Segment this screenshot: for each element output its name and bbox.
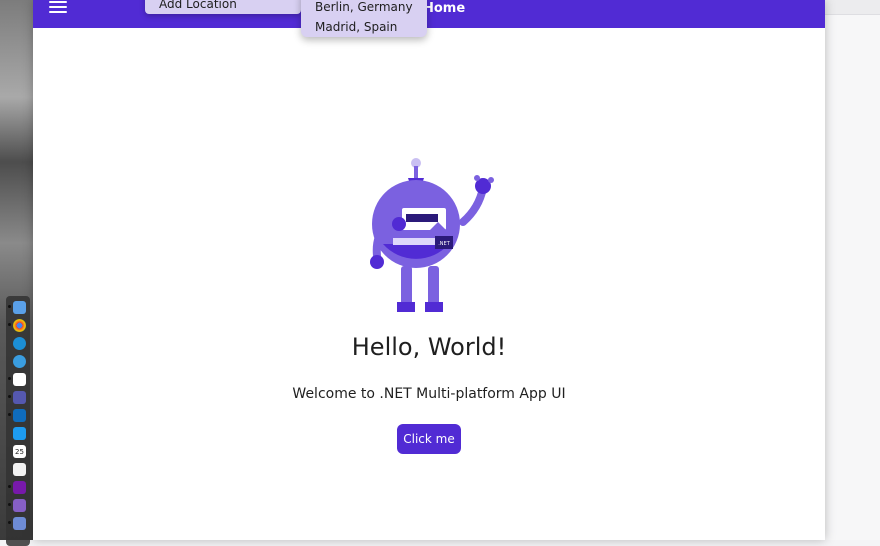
safari-icon[interactable] <box>13 355 26 368</box>
dock-running-indicator <box>8 377 11 380</box>
click-me-button[interactable]: Click me <box>397 424 461 454</box>
dotnet-bot-image: .NET <box>370 158 494 312</box>
dock-running-indicator <box>8 305 11 308</box>
calendar-icon[interactable]: 25 <box>13 445 26 458</box>
dock: 25 <box>6 296 30 546</box>
outlook-icon[interactable] <box>13 409 26 422</box>
menu-item-add-location[interactable]: Add Location <box>145 0 301 14</box>
background-window <box>825 0 880 540</box>
notes-icon[interactable] <box>13 463 26 476</box>
locations-submenu: Berlin, Germany Madrid, Spain <box>301 0 427 37</box>
page-title: Home <box>423 1 466 16</box>
slack-icon[interactable] <box>13 373 26 386</box>
hamburger-menu-icon[interactable] <box>49 0 67 16</box>
visual-studio-icon[interactable] <box>13 499 26 512</box>
app-icon[interactable] <box>13 517 26 530</box>
teams-icon[interactable] <box>13 391 26 404</box>
dock-running-indicator <box>8 323 11 326</box>
dock-running-indicator <box>8 521 11 524</box>
hello-heading: Hello, World! <box>351 333 507 361</box>
edge-icon[interactable] <box>13 337 26 350</box>
twitter-icon[interactable] <box>13 427 26 440</box>
dock-running-indicator <box>8 503 11 506</box>
bot-badge: .NET <box>438 241 450 247</box>
background-window-titlebar <box>825 0 880 15</box>
menu-item-label: Add Location <box>159 0 237 11</box>
menu-item-location[interactable]: Madrid, Spain <box>315 20 397 34</box>
finder-icon[interactable] <box>13 301 26 314</box>
dock-running-indicator <box>8 413 11 416</box>
onenote-icon[interactable] <box>13 481 26 494</box>
dock-running-indicator <box>8 485 11 488</box>
welcome-text: Welcome to .NET Multi-platform App UI <box>292 386 566 402</box>
chrome-icon[interactable] <box>13 319 26 332</box>
app-window: Home Add Location Berlin, Germany Madrid… <box>33 0 825 540</box>
dock-running-indicator <box>8 395 11 398</box>
menu-item-location[interactable]: Berlin, Germany <box>315 0 413 14</box>
